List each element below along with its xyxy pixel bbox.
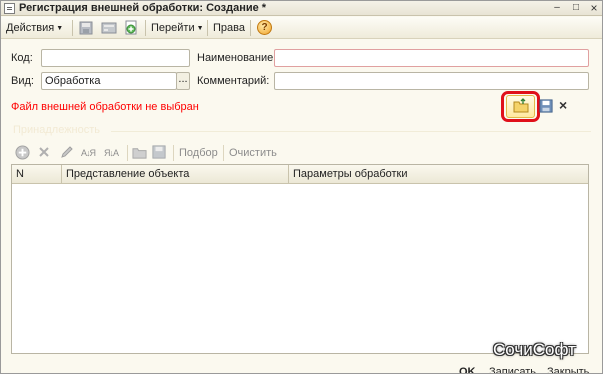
new-copy-icon[interactable] [123, 20, 139, 36]
table-toolbar: А↓Я Я↓А Подбор Очистить [11, 143, 591, 163]
clear-button[interactable]: Очистить [229, 145, 277, 161]
kind-field[interactable]: Обработка [41, 72, 177, 90]
rights-button[interactable]: Права [213, 20, 245, 36]
name-label: Наименование: [197, 52, 277, 64]
delete-row-icon[interactable] [38, 146, 50, 158]
window-title: Регистрация внешней обработки: Создание … [19, 2, 267, 14]
column-header-object[interactable]: Представление объекта [62, 165, 289, 184]
dialog-window: Регистрация внешней обработки: Создание … [0, 0, 603, 374]
add-row-icon[interactable] [15, 145, 30, 160]
save-close-icon[interactable] [101, 20, 117, 36]
toolbar-divider [250, 20, 251, 36]
save-icon[interactable] [152, 145, 166, 159]
dropdown-arrow-icon: ▼ [196, 25, 204, 32]
group-divider [111, 131, 591, 132]
kind-label: Вид: [11, 75, 34, 87]
open-file-button[interactable] [506, 95, 535, 118]
title-bar[interactable]: Регистрация внешней обработки: Создание … [1, 1, 602, 16]
save-button[interactable]: Записать [489, 366, 536, 373]
comment-field[interactable] [274, 72, 589, 90]
file-status-text: Файл внешней обработки не выбран [11, 101, 199, 113]
save-disk-icon[interactable] [78, 20, 94, 36]
toolbar-divider [173, 145, 174, 161]
select-button[interactable]: Подбор [179, 145, 218, 161]
clear-file-icon[interactable]: × [559, 97, 567, 113]
watermark-logo: СочиСофт [493, 340, 576, 359]
close-button[interactable]: Закрыть [547, 366, 589, 373]
accessory-group-header: Принадлежность [11, 124, 591, 138]
toolbar-divider [207, 20, 208, 36]
folder-open-icon [513, 98, 529, 113]
main-toolbar: Действия ▼ Перейти ▼ Права ? [1, 17, 602, 39]
goto-menu-label: Перейти [151, 22, 195, 34]
maximize-button[interactable]: □ [569, 2, 583, 14]
sort-asc-icon[interactable]: А↓Я [81, 145, 96, 161]
toolbar-divider [223, 145, 224, 161]
actions-menu-label: Действия [6, 22, 55, 34]
accessory-table[interactable]: N Представление объекта Параметры обрабо… [11, 164, 589, 354]
column-header-n[interactable]: N [12, 165, 62, 184]
column-header-params[interactable]: Параметры обработки [289, 165, 590, 184]
open-folder-icon[interactable] [132, 145, 147, 160]
name-field[interactable] [274, 49, 589, 67]
code-label: Код: [11, 52, 33, 64]
form-icon [4, 3, 15, 14]
minimize-button[interactable]: – [550, 2, 564, 14]
help-icon[interactable]: ? [257, 20, 272, 35]
edit-row-icon[interactable] [60, 145, 74, 159]
footer-bar: OK Записать Закрыть [1, 363, 602, 373]
code-field[interactable] [41, 49, 190, 67]
toolbar-divider [145, 20, 146, 36]
dropdown-arrow-icon: ▼ [56, 25, 64, 32]
accessory-group-label: Принадлежность [13, 124, 101, 136]
goto-menu[interactable]: Перейти ▼ [151, 20, 204, 36]
close-window-button[interactable]: × [587, 2, 601, 14]
toolbar-divider [127, 145, 128, 161]
kind-select-button[interactable]: ... [176, 72, 190, 90]
save-file-icon[interactable] [539, 99, 553, 113]
actions-menu[interactable]: Действия ▼ [6, 20, 63, 36]
ok-button[interactable]: OK [459, 366, 476, 373]
sort-desc-icon[interactable]: Я↓А [104, 145, 119, 161]
table-header: N Представление объекта Параметры обрабо… [12, 165, 588, 184]
toolbar-divider [72, 20, 73, 36]
comment-label: Комментарий: [197, 75, 270, 87]
